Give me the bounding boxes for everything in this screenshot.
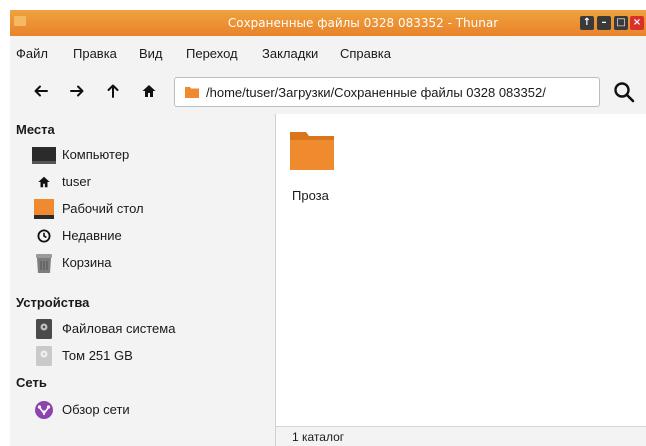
menu-edit[interactable]: Правка (73, 46, 117, 61)
folder-name: Проза (292, 188, 329, 203)
volume-icon (32, 345, 56, 367)
network-icon (32, 399, 56, 421)
back-arrow-icon (34, 85, 48, 97)
close-button[interactable]: × (630, 16, 644, 30)
search-icon (614, 82, 635, 103)
sidebar-item-label: Файловая система (62, 321, 176, 336)
desktop-icon (32, 198, 56, 220)
sidebar-item-trash[interactable]: Корзина (32, 252, 272, 274)
folder-icon (290, 132, 334, 170)
location-path: /home/tuser/Загрузки/Сохраненные файлы 0… (206, 85, 546, 100)
devices-heading: Устройства (16, 295, 90, 310)
menu-help[interactable]: Справка (340, 46, 391, 61)
up-arrow-icon (107, 84, 119, 98)
sidebar-item-label: Корзина (62, 255, 112, 270)
computer-icon (32, 144, 56, 166)
home-button[interactable] (138, 80, 160, 102)
sidebar-item-recent[interactable]: Недавние (32, 225, 272, 247)
places-heading: Места (16, 122, 55, 137)
sidebar-item-label: Обзор сети (62, 402, 130, 417)
forward-button[interactable] (66, 80, 88, 102)
sidebar-item-label: Недавние (62, 228, 122, 243)
home-icon (32, 171, 56, 193)
sidebar-item-home[interactable]: tuser (32, 171, 272, 193)
status-bar: 1 каталог (276, 426, 646, 446)
sidebar: Места Компьютер tuser Рабочий стол Недав… (10, 114, 276, 446)
folder-icon (185, 87, 199, 98)
home-icon (142, 85, 156, 97)
window-title: Сохраненные файлы 0328 083352 - Thunar (227, 16, 499, 30)
sidebar-item-label: Рабочий стол (62, 201, 144, 216)
sidebar-item-label: tuser (62, 174, 91, 189)
sidebar-item-network[interactable]: Обзор сети (32, 399, 272, 421)
sidebar-item-label: Компьютер (62, 147, 130, 162)
menu-file[interactable]: Файл (16, 46, 48, 61)
minimize-button[interactable]: – (597, 16, 611, 30)
folder-item[interactable]: Проза (288, 130, 348, 203)
maximize-button[interactable]: □ (614, 16, 628, 30)
up-button[interactable] (102, 80, 124, 102)
status-text: 1 каталог (292, 430, 345, 444)
forward-arrow-icon (70, 85, 84, 97)
sidebar-item-desktop[interactable]: Рабочий стол (32, 198, 272, 220)
search-button[interactable] (612, 80, 636, 104)
network-heading: Сеть (16, 375, 47, 390)
title-bar[interactable]: Сохраненные файлы 0328 083352 - Thunar ↑… (10, 10, 646, 36)
sidebar-item-volume[interactable]: Том 251 GB (32, 345, 272, 367)
sidebar-item-filesystem[interactable]: Файловая система (32, 318, 272, 340)
back-button[interactable] (30, 80, 52, 102)
menu-view[interactable]: Вид (139, 46, 163, 61)
menu-bookmarks[interactable]: Закладки (262, 46, 318, 61)
toolbar: /home/tuser/Загрузки/Сохраненные файлы 0… (10, 68, 646, 114)
location-bar[interactable]: /home/tuser/Загрузки/Сохраненные файлы 0… (174, 77, 600, 107)
file-view[interactable]: Проза (276, 114, 646, 426)
drive-icon (32, 318, 56, 340)
up-window-button[interactable]: ↑ (580, 16, 594, 30)
menu-go[interactable]: Переход (186, 46, 238, 61)
thunar-window: Сохраненные файлы 0328 083352 - Thunar ↑… (10, 10, 646, 446)
menu-bar: Файл Правка Вид Переход Закладки Справка (10, 36, 646, 68)
clock-icon (32, 225, 56, 247)
sidebar-item-computer[interactable]: Компьютер (32, 144, 272, 166)
trash-icon (32, 252, 56, 274)
sidebar-item-label: Том 251 GB (62, 348, 133, 363)
